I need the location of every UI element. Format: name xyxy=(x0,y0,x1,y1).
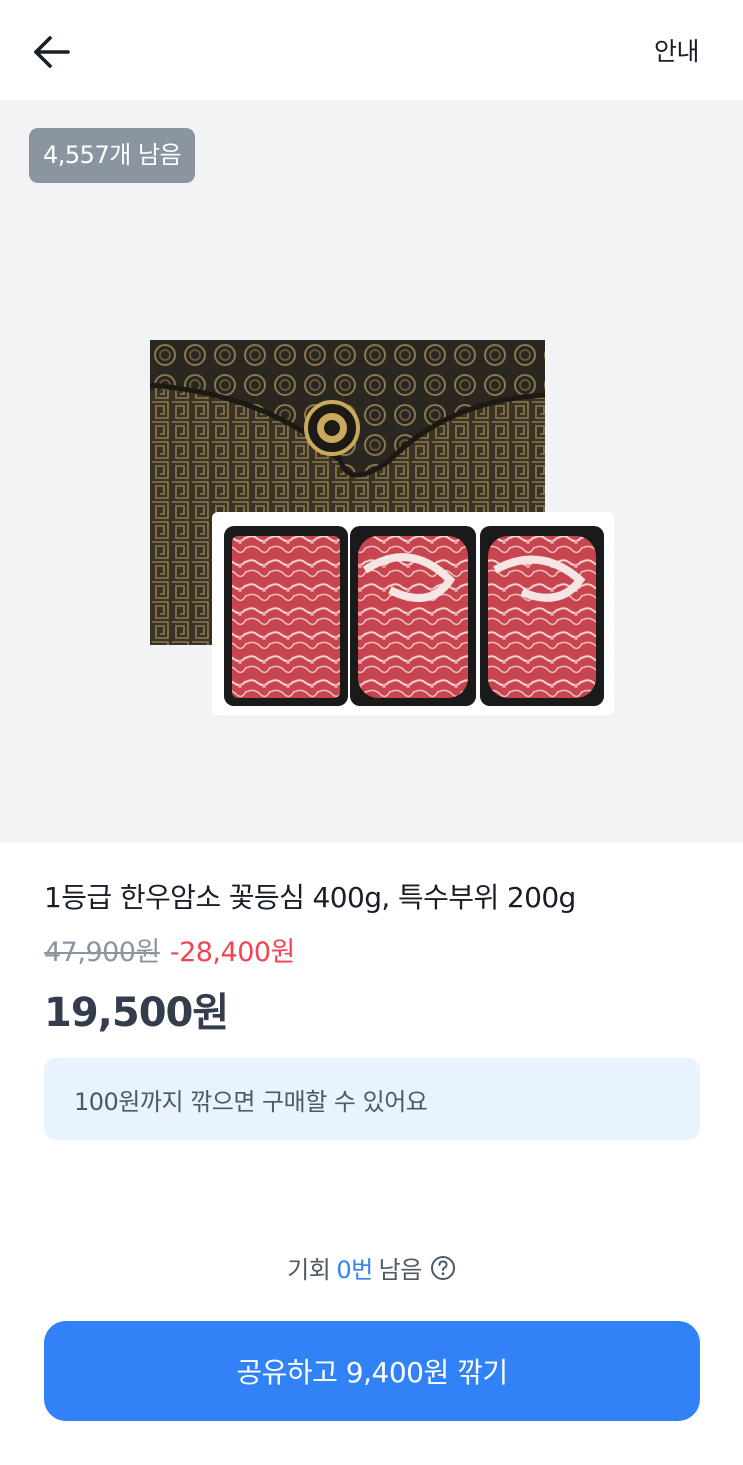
discount-amount: -28,400원 xyxy=(169,937,296,968)
hanwoo-gift-box-image xyxy=(150,340,614,715)
share-discount-button[interactable]: 공유하고 9,400원 깎기 xyxy=(44,1321,700,1421)
product-title: 1등급 한우암소 꽃등심 400g, 특수부위 200g xyxy=(44,881,576,914)
price-row: 47,900원 -28,400원 xyxy=(44,930,295,969)
top-bar: 안내 xyxy=(0,0,743,100)
current-price: 19,500원 xyxy=(44,990,229,1036)
chance-count: 0번 xyxy=(336,1256,373,1284)
chance-suffix: 남음 xyxy=(378,1256,423,1284)
question-circle-icon xyxy=(430,1255,455,1280)
help-button[interactable] xyxy=(430,1255,456,1281)
stock-badge: 4,557개 남음 xyxy=(29,128,196,183)
info-link[interactable]: 안내 xyxy=(654,32,700,68)
original-price: 47,900원 xyxy=(44,937,160,968)
notice-box: 100원까지 깎으면 구매할 수 있어요 xyxy=(44,1058,700,1140)
notice-text: 100원까지 깎으면 구매할 수 있어요 xyxy=(74,1087,428,1116)
product-image-area: 4,557개 남음 xyxy=(0,100,743,843)
chance-row: 기회 0번 남음 xyxy=(0,1250,743,1285)
back-button[interactable] xyxy=(30,30,74,74)
arrow-left-icon xyxy=(34,36,70,68)
chance-prefix: 기회 xyxy=(287,1256,331,1284)
